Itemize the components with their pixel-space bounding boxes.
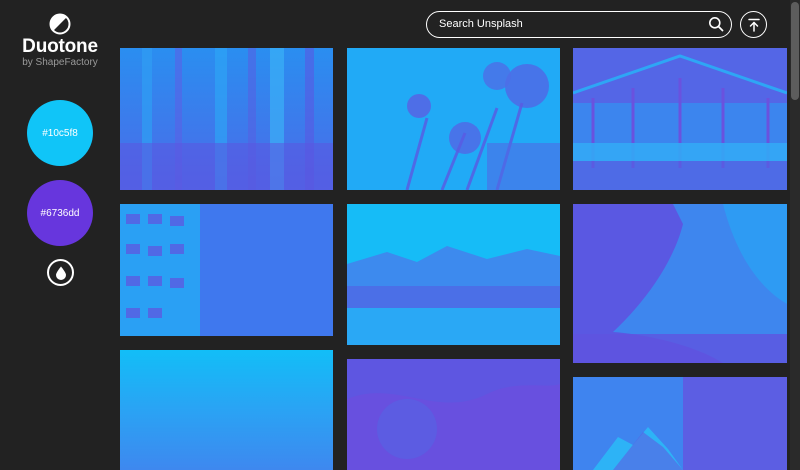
light-color-label: #10c5f8 (42, 127, 78, 139)
photo-abstract[interactable] (347, 359, 560, 470)
dark-color-label: #6736dd (40, 207, 80, 219)
photo-snowy-peak[interactable] (573, 377, 787, 470)
dark-color-swatch[interactable]: #6736dd (27, 180, 93, 246)
scrollbar-thumb[interactable] (791, 2, 799, 100)
photo-greenhouse[interactable] (573, 48, 787, 190)
arrow-up-to-top-icon (747, 18, 760, 32)
photo-canyon-rock[interactable] (573, 204, 787, 363)
photo-building-facade[interactable] (120, 204, 333, 336)
photo-flowers[interactable] (347, 48, 560, 190)
app-byline: by ShapeFactory (22, 57, 98, 68)
light-color-swatch[interactable]: #10c5f8 (27, 100, 93, 166)
drop-button[interactable] (47, 259, 74, 286)
water-drop-icon (55, 266, 66, 280)
photo-mountain-lake[interactable] (347, 204, 560, 345)
app-title: Duotone (22, 36, 98, 57)
scroll-to-top-button[interactable] (740, 11, 767, 38)
photo-forest[interactable] (120, 48, 333, 190)
search-input[interactable] (439, 12, 699, 36)
sidebar: Duotone by ShapeFactory #10c5f8 #6736dd (0, 0, 120, 470)
duotone-logo-icon (49, 13, 71, 35)
search-bar (426, 11, 732, 38)
photo-hazy-sky[interactable] (120, 350, 333, 470)
search-icon[interactable] (708, 16, 724, 32)
scrollbar[interactable] (790, 0, 800, 470)
